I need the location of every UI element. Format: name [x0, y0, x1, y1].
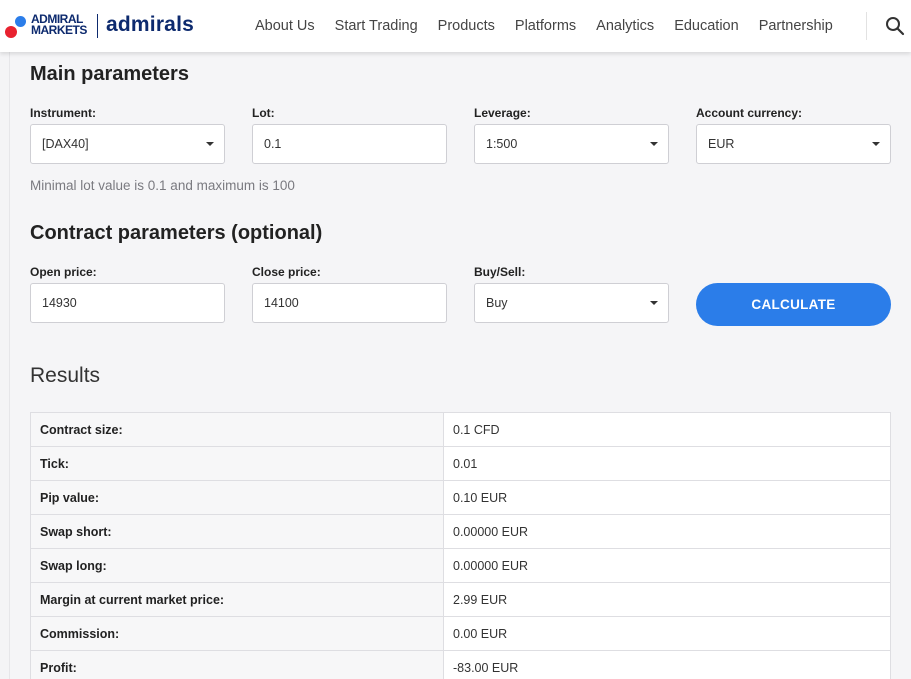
table-row: Commission: 0.00 EUR [30, 616, 891, 651]
result-key: Profit: [30, 650, 444, 679]
result-value: 2.99 EUR [443, 582, 891, 617]
result-key: Margin at current market price: [30, 582, 444, 617]
result-value: 0.00 EUR [443, 616, 891, 651]
contract-parameters-title: Contract parameters (optional) [30, 222, 323, 244]
caret-down-icon [650, 301, 658, 305]
instrument-select[interactable]: [DAX40] [30, 124, 225, 164]
result-key: Pip value: [30, 480, 444, 515]
result-key: Commission: [30, 616, 444, 651]
admiral-markets-logo[interactable]: ADMIRAL MARKETS admirals [0, 0, 200, 52]
result-value: 0.1 CFD [443, 412, 891, 447]
table-row: Swap long: 0.00000 EUR [30, 548, 891, 583]
buy-sell-value: Buy [486, 296, 508, 310]
calculate-button[interactable]: CALCULATE [696, 283, 891, 326]
leverage-value: 1:500 [486, 137, 518, 151]
buy-sell-label: Buy/Sell: [474, 265, 526, 279]
nav-platforms[interactable]: Platforms [515, 18, 576, 34]
account-currency-select[interactable]: EUR [696, 124, 891, 164]
site-header: ADMIRAL MARKETS admirals About Us Start … [0, 0, 911, 52]
table-row: Swap short: 0.00000 EUR [30, 514, 891, 549]
table-row: Profit: -83.00 EUR [30, 650, 891, 679]
leverage-select[interactable]: 1:500 [474, 124, 669, 164]
table-row: Contract size: 0.1 CFD [30, 412, 891, 447]
table-row: Margin at current market price: 2.99 EUR [30, 582, 891, 617]
logo-brand: admirals [106, 13, 194, 36]
result-key: Tick: [30, 446, 444, 481]
result-key: Contract size: [30, 412, 444, 447]
nav-divider [866, 12, 867, 40]
logo-divider [97, 14, 98, 38]
close-price-field[interactable] [252, 283, 447, 323]
nav-about-us[interactable]: About Us [255, 18, 315, 34]
table-row: Pip value: 0.10 EUR [30, 480, 891, 515]
nav-analytics[interactable]: Analytics [596, 18, 654, 34]
result-value: 0.00000 EUR [443, 548, 891, 583]
result-value: 0.10 EUR [443, 480, 891, 515]
nav-products[interactable]: Products [438, 18, 495, 34]
nav-start-trading[interactable]: Start Trading [335, 18, 418, 34]
logo-blue-dot [15, 16, 26, 27]
result-value: 0.00000 EUR [443, 514, 891, 549]
open-price-field[interactable] [30, 283, 225, 323]
main-nav: About Us Start Trading Products Platform… [245, 0, 843, 52]
account-currency-label: Account currency: [696, 106, 803, 120]
results-table: Contract size: 0.1 CFD Tick: 0.01 Pip va… [30, 412, 891, 679]
caret-down-icon [872, 142, 880, 146]
result-value: 0.01 [443, 446, 891, 481]
caret-down-icon [650, 142, 658, 146]
table-row: Tick: 0.01 [30, 446, 891, 481]
nav-partnership[interactable]: Partnership [759, 18, 833, 34]
lot-hint: Minimal lot value is 0.1 and maximum is … [30, 178, 295, 193]
buy-sell-select[interactable]: Buy [474, 283, 669, 323]
instrument-value: [DAX40] [42, 137, 89, 151]
lot-label: Lot: [252, 106, 275, 120]
logo-red-dot [5, 26, 17, 38]
search-icon[interactable] [885, 16, 905, 36]
open-price-input[interactable] [42, 296, 212, 310]
close-price-input[interactable] [264, 296, 434, 310]
caret-down-icon [206, 142, 214, 146]
result-value: -83.00 EUR [443, 650, 891, 679]
leverage-label: Leverage: [474, 106, 531, 120]
account-currency-value: EUR [708, 137, 735, 151]
main-parameters-title: Main parameters [30, 63, 189, 85]
result-key: Swap long: [30, 548, 444, 583]
lot-field[interactable] [252, 124, 447, 164]
close-price-label: Close price: [252, 265, 321, 279]
result-key: Swap short: [30, 514, 444, 549]
logo-wordmark: ADMIRAL MARKETS [31, 12, 87, 37]
instrument-label: Instrument: [30, 106, 96, 120]
open-price-label: Open price: [30, 265, 97, 279]
nav-education[interactable]: Education [674, 18, 739, 34]
results-title: Results [30, 364, 101, 387]
lot-input[interactable] [264, 137, 434, 151]
